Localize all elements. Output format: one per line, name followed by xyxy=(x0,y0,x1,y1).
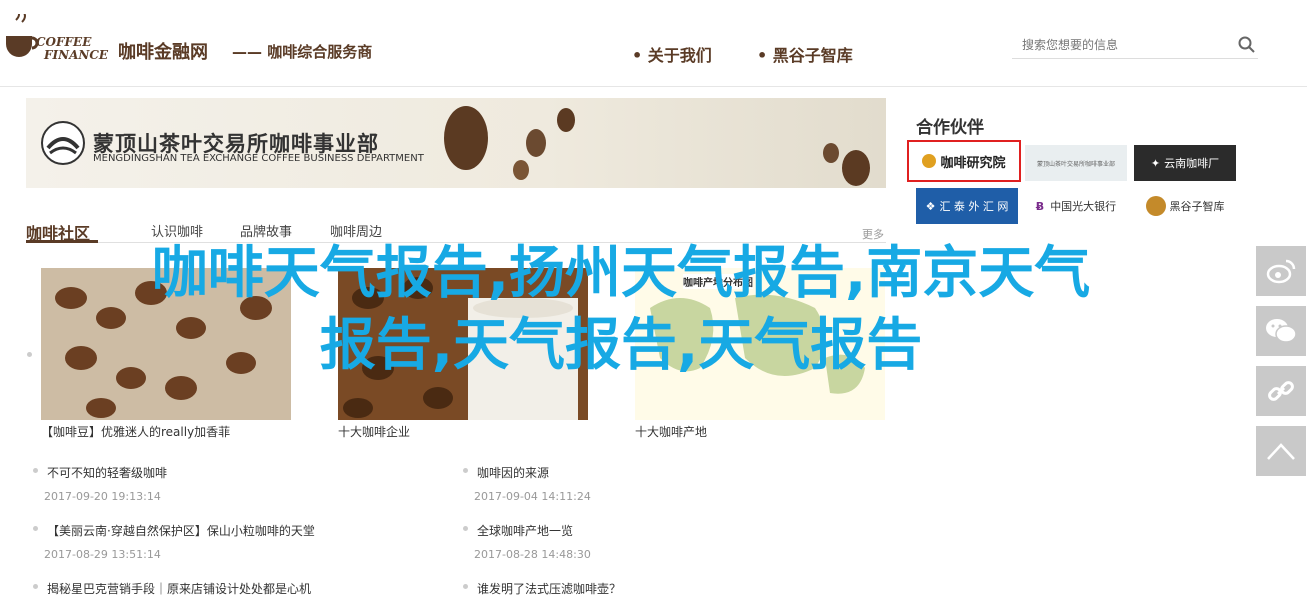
search-box xyxy=(1012,30,1258,59)
logo-line2: FINANCE xyxy=(44,48,109,62)
banner-subtitle: MENGDINGSHAN TEA EXCHANGE COFFEE BUSINES… xyxy=(93,153,424,164)
share-link-button[interactable] xyxy=(1256,366,1306,416)
mengdingshan-logo-icon xyxy=(41,121,85,165)
bullet-dot xyxy=(463,468,468,473)
article-title[interactable]: 全球咖啡产地一览 xyxy=(477,522,573,539)
partner-mengdingshan[interactable]: 蒙顶山茶叶交易所咖啡事业部 xyxy=(1025,145,1127,181)
bullet-dot xyxy=(33,468,38,473)
article-title[interactable]: 揭秘星巴克营销手段｜原来店铺设计处处都是心机 xyxy=(47,580,311,597)
partner-label: 黑谷子智库 xyxy=(1169,200,1225,213)
partner-heiguzi[interactable]: 黑谷子智库 xyxy=(1134,188,1236,224)
card-caption[interactable]: 【咖啡豆】优雅迷人的really加香菲 xyxy=(41,423,230,440)
share-weibo-button[interactable] xyxy=(1256,246,1306,296)
site-header: COFFEE FINANCE 咖啡金融网 —— 咖啡综合服务商 • 关于我们 •… xyxy=(0,0,1307,87)
heiguzi-logo-icon xyxy=(1145,196,1166,216)
weibo-icon xyxy=(1266,259,1296,284)
coffee-institute-logo-icon xyxy=(922,154,937,168)
link-icon xyxy=(1268,381,1294,401)
partner-label: 咖啡研究院 xyxy=(940,155,1006,171)
article-date: 2017-09-04 14:11:24 xyxy=(474,490,591,503)
site-name[interactable]: 咖啡金融网 xyxy=(118,38,208,64)
site-logo[interactable]: COFFEE FINANCE xyxy=(2,9,110,70)
partner-everbright-bank[interactable]: Ƀ 中国光大银行 xyxy=(1025,188,1127,224)
partner-coffee-institute[interactable]: 咖啡研究院 xyxy=(907,140,1021,182)
partner-label: 汇 泰 外 汇 网 xyxy=(939,200,1009,213)
search-icon[interactable] xyxy=(1238,36,1256,54)
partner-label: 蒙顶山茶叶交易所咖啡事业部 xyxy=(1036,160,1115,168)
huitai-logo-icon: ❖ xyxy=(925,199,936,213)
everbright-logo-icon: Ƀ xyxy=(1035,199,1045,213)
partner-huitai-fx[interactable]: ❖ 汇 泰 外 汇 网 xyxy=(916,188,1018,224)
site-slogan: —— 咖啡综合服务商 xyxy=(232,43,373,61)
partner-label: 云南咖啡厂 xyxy=(1164,157,1220,170)
card-caption[interactable]: 十大咖啡产地 xyxy=(635,423,707,440)
overlay-line1: 咖啡天气报告,扬州天气报告,南京天气 xyxy=(151,241,1091,306)
partners-title: 合作伙伴 xyxy=(916,118,984,138)
back-to-top-icon xyxy=(1267,443,1295,460)
share-wechat-button[interactable] xyxy=(1256,306,1306,356)
partner-yunnan-coffee[interactable]: ✦ 云南咖啡厂 xyxy=(1134,145,1236,181)
article-title[interactable]: 谁发明了法式压滤咖啡壶？ xyxy=(477,580,621,597)
yunnan-logo-icon: ✦ xyxy=(1150,156,1161,170)
coffee-beans-icon xyxy=(444,106,870,186)
logo-text: COFFEE FINANCE xyxy=(36,36,108,62)
bullet-dot xyxy=(463,584,468,589)
bullet-dot xyxy=(463,526,468,531)
article-date: 2017-08-29 13:51:14 xyxy=(44,548,161,561)
overlay-headline: 咖啡天气报告,扬州天气报告,南京天气 报告,天气报告,天气报告 xyxy=(6,238,1236,382)
nav-about[interactable]: • 关于我们 xyxy=(632,42,712,66)
bullet-dot xyxy=(33,584,38,589)
article-date: 2017-08-28 14:48:30 xyxy=(474,548,591,561)
banner-ad[interactable]: 蒙顶山茶叶交易所咖啡事业部 MENGDINGSHAN TEA EXCHANGE … xyxy=(26,98,886,188)
card-caption[interactable]: 十大咖啡企业 xyxy=(338,423,410,440)
back-to-top-button[interactable] xyxy=(1256,426,1306,476)
nav-think-tank[interactable]: • 黑谷子智库 xyxy=(757,42,853,66)
article-date: 2017-09-20 19:13:14 xyxy=(44,490,161,503)
overlay-line2: 报告,天气报告,天气报告 xyxy=(319,313,923,378)
search-input[interactable] xyxy=(1020,34,1224,56)
article-title[interactable]: 不可不知的轻奢级咖啡 xyxy=(47,464,167,481)
article-title[interactable]: 【美丽云南·穿越自然保护区】保山小粒咖啡的天堂 xyxy=(47,522,315,539)
bullet-dot xyxy=(33,526,38,531)
article-title[interactable]: 咖啡因的来源 xyxy=(477,464,549,481)
wechat-icon xyxy=(1266,319,1297,343)
partner-label: 中国光大银行 xyxy=(1050,200,1117,213)
